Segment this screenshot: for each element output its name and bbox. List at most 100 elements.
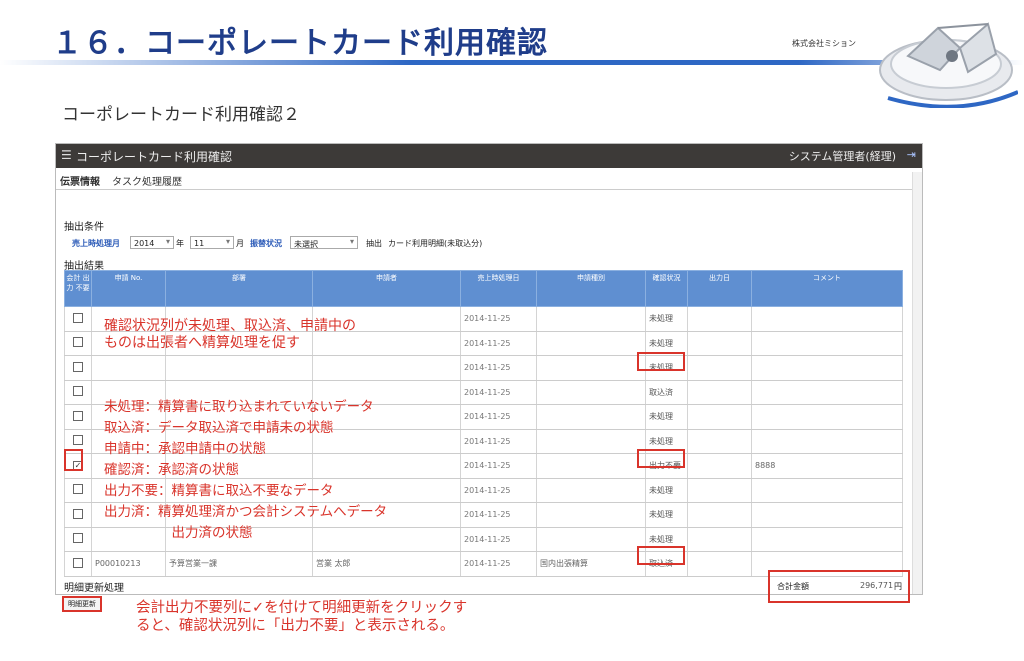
user-name: システム管理者(経理) bbox=[788, 150, 896, 163]
export-unneeded-checkbox[interactable] bbox=[73, 557, 83, 568]
column-header[interactable]: 申請 No. bbox=[91, 270, 166, 307]
status-highlight bbox=[637, 352, 685, 371]
output-date-cell bbox=[687, 429, 752, 454]
checkbox-cell bbox=[64, 551, 92, 577]
total-amount-box: 合計金額 296,771 円 bbox=[768, 570, 910, 603]
column-header[interactable]: 申請種別 bbox=[536, 270, 646, 307]
export-unneeded-checkbox[interactable] bbox=[73, 508, 83, 519]
applicant-cell bbox=[312, 355, 461, 381]
company-logo-icon bbox=[879, 22, 1018, 108]
checkbox-cell bbox=[64, 380, 92, 405]
comment-cell: 8888 bbox=[751, 453, 903, 479]
month-value: 11 bbox=[194, 239, 205, 248]
annotation-line: ると、確認状況列に「出力不要」と表示される。 bbox=[136, 618, 455, 634]
tab-bar: 伝票情報 タスク処理履歴 bbox=[56, 168, 914, 190]
annotation-status-note: 確認状況列が未処理、取込済、申請中の ものは出張者へ精算処理を促す bbox=[104, 318, 356, 352]
export-unneeded-checkbox[interactable] bbox=[73, 484, 83, 495]
table-header: 会計 出力 不要 申請 No. 部署 申請者 売上時処理日 申請種別 確認状況 … bbox=[64, 270, 903, 307]
update-section-label: 明細更新処理 bbox=[64, 583, 124, 594]
department-cell: 予算営業一課 bbox=[165, 551, 313, 577]
year-select[interactable]: 2014 ▾ bbox=[130, 236, 174, 249]
date-cell: 2014-11-25 bbox=[460, 478, 537, 503]
type-cell bbox=[536, 429, 646, 454]
total-unit: 円 bbox=[894, 582, 902, 591]
export-unneeded-checkbox[interactable] bbox=[73, 386, 83, 397]
column-header[interactable]: コメント bbox=[751, 270, 903, 307]
annotation-line: 取込済：データ取込済で申請未の状態 bbox=[104, 420, 334, 436]
scrollbar[interactable] bbox=[912, 172, 922, 594]
date-cell: 2014-11-25 bbox=[460, 355, 537, 381]
update-button[interactable]: 明細更新 bbox=[62, 596, 102, 612]
column-header[interactable]: 部署 bbox=[165, 270, 313, 307]
logout-icon[interactable]: ⇥ bbox=[907, 148, 916, 161]
annotation-line: 確認状況列が未処理、取込済、申請中の bbox=[104, 318, 356, 334]
status-select[interactable]: 未選択 ▾ bbox=[290, 236, 358, 249]
extract-value: カード利用明細(未取込分) bbox=[388, 239, 483, 248]
status-cell: 未処理 bbox=[645, 502, 688, 528]
date-cell: 2014-11-25 bbox=[460, 429, 537, 454]
year-value: 2014 bbox=[134, 239, 155, 248]
export-unneeded-checkbox[interactable] bbox=[73, 435, 83, 446]
column-header[interactable]: 売上時処理日 bbox=[460, 270, 537, 307]
export-unneeded-checkbox[interactable] bbox=[73, 337, 83, 348]
date-cell: 2014-11-25 bbox=[460, 527, 537, 552]
checkbox-cell bbox=[64, 331, 92, 356]
annotation-update-note: 会計出力不要列に✓を付けて明細更新をクリックす ると、確認状況列に「出力不要」と… bbox=[136, 599, 467, 635]
table-row[interactable]: 2014-11-25 未処理 bbox=[64, 355, 903, 381]
status-value: 未選択 bbox=[294, 240, 318, 249]
checkbox-cell bbox=[64, 355, 92, 381]
checkbox-highlight bbox=[64, 449, 83, 471]
date-cell: 2014-11-25 bbox=[460, 502, 537, 528]
checkbox-cell bbox=[64, 527, 92, 552]
app-title: コーポレートカード利用確認 bbox=[76, 150, 233, 164]
column-header[interactable]: 出力日 bbox=[687, 270, 752, 307]
export-unneeded-checkbox[interactable] bbox=[73, 312, 83, 323]
year-unit: 年 bbox=[176, 239, 184, 248]
column-header[interactable]: 申請者 bbox=[312, 270, 461, 307]
status-cell: 取込済 bbox=[645, 380, 688, 405]
type-cell bbox=[536, 527, 646, 552]
type-cell bbox=[536, 478, 646, 503]
tab-slip-info[interactable]: 伝票情報 bbox=[60, 173, 100, 188]
year-month-label: 売上時処理月 bbox=[72, 239, 120, 248]
comment-cell bbox=[751, 380, 903, 405]
company-name: 株式会社ミション bbox=[792, 39, 856, 48]
total-label: 合計金額 bbox=[777, 582, 809, 591]
extract-label: 抽出 bbox=[366, 239, 382, 248]
output-date-cell bbox=[687, 380, 752, 405]
comment-cell bbox=[751, 502, 903, 528]
tab-task-history[interactable]: タスク処理履歴 bbox=[112, 173, 182, 188]
comment-cell bbox=[751, 478, 903, 503]
type-cell bbox=[536, 404, 646, 430]
annotation-line: 確認済：承認済の状態 bbox=[104, 462, 239, 478]
comment-cell bbox=[751, 331, 903, 356]
type-cell bbox=[536, 453, 646, 479]
output-date-cell bbox=[687, 551, 752, 577]
chevron-down-icon: ▾ bbox=[165, 237, 170, 246]
annotation-line: 出力済：精算処理済かつ会計システムへデータ bbox=[104, 504, 388, 520]
month-select[interactable]: 11 ▾ bbox=[190, 236, 234, 249]
annotation-status-legend: 未処理：精算書に取り込まれていないデータ 取込済：データ取込済で申請未の状態 申… bbox=[104, 397, 387, 544]
date-cell: 2014-11-25 bbox=[460, 453, 537, 479]
export-unneeded-checkbox[interactable] bbox=[73, 410, 83, 421]
output-date-cell bbox=[687, 453, 752, 479]
date-cell: 2014-11-25 bbox=[460, 404, 537, 430]
status-cell: 未処理 bbox=[645, 306, 688, 332]
annotation-line: 出力不要：精算書に取込不要なデータ bbox=[104, 483, 334, 499]
date-cell: 2014-11-25 bbox=[460, 331, 537, 356]
type-cell bbox=[536, 355, 646, 381]
date-cell: 2014-11-25 bbox=[460, 380, 537, 405]
column-header[interactable]: 確認状況 bbox=[645, 270, 688, 307]
output-date-cell bbox=[687, 404, 752, 430]
status-cell: 未処理 bbox=[645, 404, 688, 430]
export-unneeded-checkbox[interactable] bbox=[73, 361, 83, 372]
app-header: ☰ コーポレートカード利用確認 システム管理者(経理) ⇥ bbox=[56, 144, 922, 168]
status-highlight bbox=[637, 546, 685, 565]
status-highlight bbox=[637, 449, 685, 468]
status-filter-label: 振替状況 bbox=[250, 239, 282, 248]
export-unneeded-checkbox[interactable] bbox=[73, 533, 83, 544]
comment-cell bbox=[751, 355, 903, 381]
applicant-cell: 営業 太郎 bbox=[312, 551, 461, 577]
annotation-line: 会計出力不要列に✓を付けて明細更新をクリックす bbox=[136, 600, 468, 616]
menu-icon[interactable]: ☰ bbox=[61, 148, 72, 162]
